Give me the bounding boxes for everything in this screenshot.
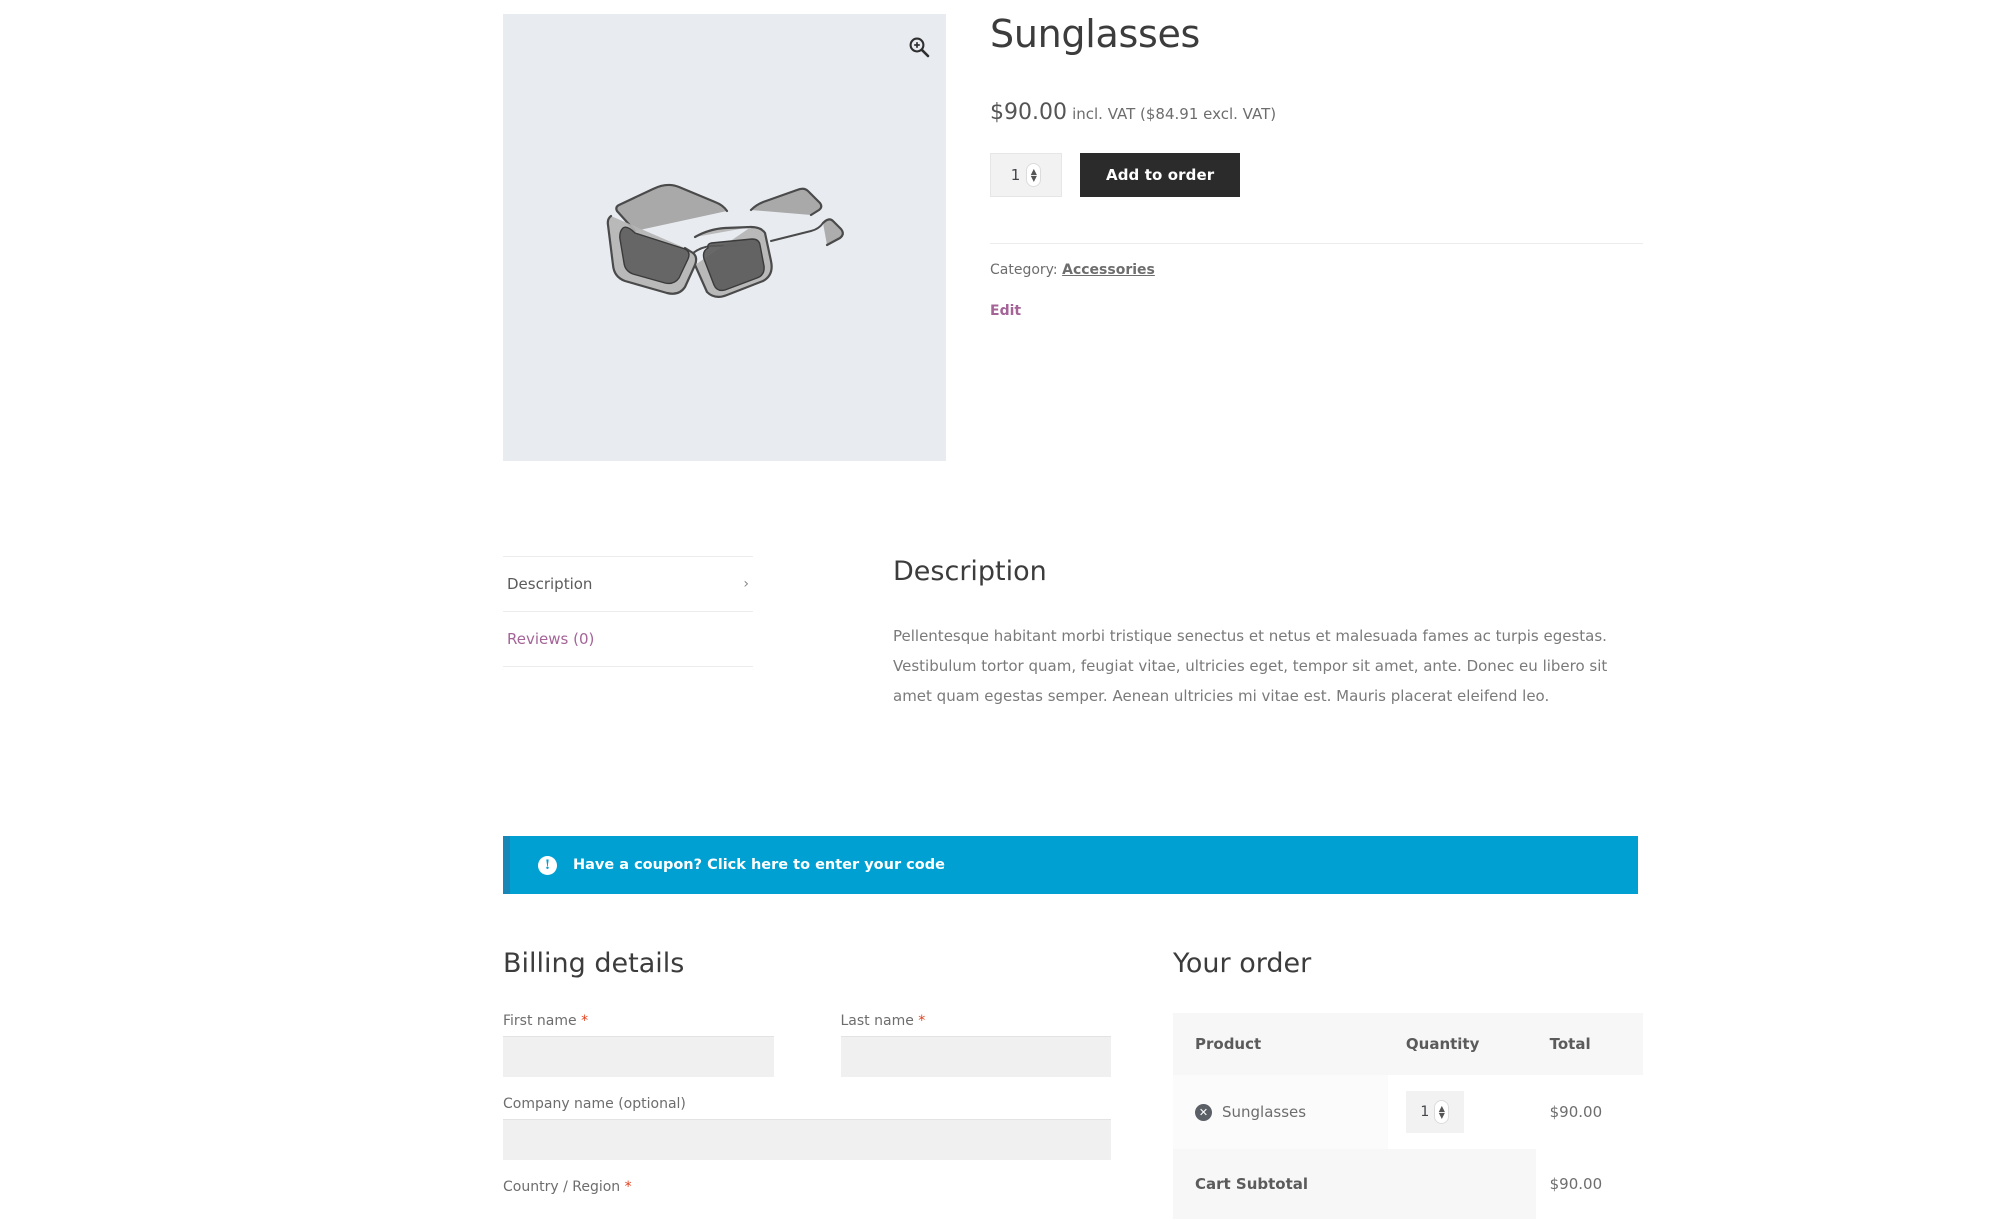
tab-description-label: Description <box>507 575 593 593</box>
company-name-field[interactable] <box>503 1119 1111 1160</box>
column-header-quantity: Quantity <box>1387 1013 1536 1075</box>
quantity-spinner-icon[interactable]: ▲ ▼ <box>1434 1100 1450 1124</box>
tab-panel-description: Description Pellentesque habitant morbi … <box>893 556 1643 711</box>
country-region-group: Country / Region * <box>503 1179 1111 1195</box>
last-name-field[interactable] <box>840 1036 1111 1077</box>
order-item-total: $90.00 <box>1535 1075 1643 1149</box>
cart-subtotal-label: Cart Subtotal <box>1173 1149 1536 1219</box>
sunglasses-illustration <box>606 183 844 298</box>
order-item-name: Sunglasses <box>1222 1103 1307 1121</box>
quantity-stepper[interactable]: 1 ▲ ▼ <box>990 152 1062 197</box>
column-header-product: Product <box>1173 1013 1388 1075</box>
product-gallery[interactable] <box>503 14 946 461</box>
order-item-quantity-cell: 1 ▲ ▼ <box>1387 1075 1536 1149</box>
chevron-down-icon[interactable]: ▼ <box>1031 174 1037 182</box>
last-name-group: Last name * <box>840 1013 1112 1077</box>
last-name-label-text: Last name <box>840 1013 914 1029</box>
order-table-header-row: Product Quantity Total <box>1173 1013 1643 1075</box>
product-summary-section: Sunglasses $90.00 incl. VAT ($84.91 excl… <box>503 12 1643 461</box>
required-marker: * <box>918 1013 926 1029</box>
checkout-section: Billing details First name * Last name * <box>503 948 1643 1219</box>
quantity-spinner-icon[interactable]: ▲ ▼ <box>1026 162 1042 187</box>
table-row: ✕ Sunglasses 1 ▲ ▼ $90.00 <box>1173 1075 1643 1149</box>
required-marker: * <box>624 1179 632 1195</box>
last-name-label: Last name * <box>841 1013 1112 1029</box>
first-name-group: First name * <box>503 1013 774 1077</box>
billing-details-form: Billing details First name * Last name * <box>503 948 1111 1202</box>
product-category-meta: Category: Accessories <box>990 262 1643 278</box>
product-price: $90.00 incl. VAT ($84.91 excl. VAT) <box>990 100 1643 125</box>
order-table: Product Quantity Total ✕ Sunglasses 1 ▲ … <box>1173 1013 1643 1219</box>
edit-product-link[interactable]: Edit <box>990 303 1021 319</box>
order-quantity-value[interactable]: 1 <box>1420 1104 1429 1120</box>
product-image[interactable] <box>503 14 946 461</box>
order-item-product-cell: ✕ Sunglasses <box>1173 1075 1388 1149</box>
coupon-notice[interactable]: ! Have a coupon? Click here to enter you… <box>503 836 1638 894</box>
billing-title: Billing details <box>503 948 685 979</box>
info-icon: ! <box>538 855 557 875</box>
country-region-label-text: Country / Region <box>503 1179 621 1195</box>
coupon-text[interactable]: Have a coupon? Click here to enter your … <box>573 857 945 873</box>
cart-subtotal-row: Cart Subtotal $90.00 <box>1173 1149 1643 1219</box>
price-amount: $90.00 <box>990 99 1067 125</box>
quantity-value[interactable]: 1 <box>1011 166 1021 184</box>
company-name-group: Company name (optional) <box>503 1096 1111 1160</box>
chevron-down-icon[interactable]: ▼ <box>1439 1112 1445 1120</box>
product-tabs: Description › Reviews (0) <box>503 556 753 667</box>
product-checkout-page: Sunglasses $90.00 incl. VAT ($84.91 excl… <box>0 0 1999 1220</box>
first-name-field[interactable] <box>503 1036 774 1077</box>
chevron-right-icon: › <box>743 576 749 592</box>
order-review-section: Your order Product Quantity Total ✕ Sung… <box>1173 948 1643 1219</box>
first-name-label-text: First name <box>503 1013 577 1029</box>
category-link[interactable]: Accessories <box>1062 262 1155 278</box>
panel-body-text: Pellentesque habitant morbi tristique se… <box>893 627 1608 705</box>
add-to-order-button[interactable]: Add to order <box>1080 152 1241 197</box>
company-name-label: Company name (optional) <box>503 1096 686 1112</box>
cart-subtotal-value: $90.00 <box>1535 1149 1643 1219</box>
divider <box>990 242 1643 244</box>
order-title: Your order <box>1173 948 1312 979</box>
country-region-label: Country / Region * <box>503 1179 1111 1195</box>
order-quantity-stepper[interactable]: 1 ▲ ▼ <box>1405 1091 1464 1133</box>
remove-item-icon[interactable]: ✕ <box>1195 1103 1212 1121</box>
tab-description[interactable]: Description › <box>503 556 753 612</box>
price-tax-suffix: incl. VAT ($84.91 excl. VAT) <box>1072 104 1277 123</box>
tab-reviews[interactable]: Reviews (0) <box>503 612 753 667</box>
first-name-label: First name * <box>503 1013 774 1029</box>
magnifier-plus-icon[interactable] <box>906 34 932 60</box>
name-fields-row: First name * Last name * <box>503 1013 1111 1077</box>
tab-reviews-label: Reviews (0) <box>507 630 595 648</box>
product-tabs-section: Description › Reviews (0) Description Pe… <box>503 556 1643 726</box>
panel-title: Description <box>893 556 1047 587</box>
category-label: Category: <box>990 261 1058 278</box>
required-marker: * <box>581 1013 589 1029</box>
column-header-total: Total <box>1535 1013 1643 1075</box>
product-details: Sunglasses $90.00 incl. VAT ($84.91 excl… <box>990 12 1643 319</box>
add-to-cart-form: 1 ▲ ▼ Add to order <box>990 152 1643 197</box>
page-title: Sunglasses <box>990 12 1201 56</box>
